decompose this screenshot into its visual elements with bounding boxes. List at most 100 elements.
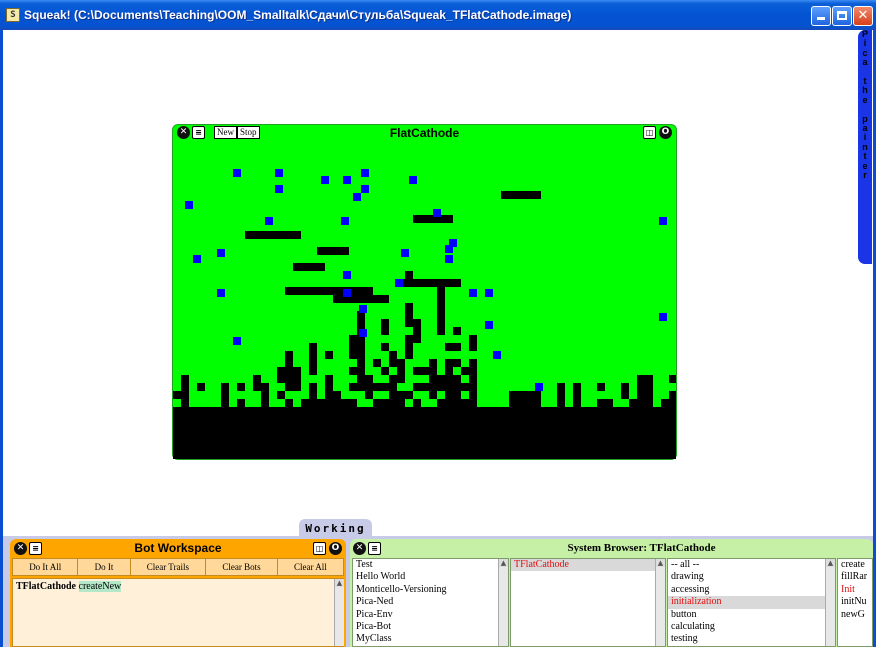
trail-cell xyxy=(373,415,381,423)
trail-cell xyxy=(405,303,413,311)
trail-cell xyxy=(661,399,669,407)
trail-cell xyxy=(309,415,317,423)
scroll-up-icon[interactable]: ▲ xyxy=(335,579,344,587)
class-item[interactable]: TFlatCathode xyxy=(511,559,665,572)
protocol-list[interactable]: -- all -- drawing accessing initialization b… xyxy=(667,558,836,647)
maximize-button[interactable] xyxy=(832,6,852,26)
trail-cell xyxy=(517,415,525,423)
trail-cell xyxy=(213,407,221,415)
category-item[interactable]: Test xyxy=(353,559,508,571)
bot-workspace-title-bar[interactable]: ✕ ≡ Bot Workspace ◫ O xyxy=(10,539,346,557)
method-item[interactable]: newG xyxy=(838,609,872,621)
title-bar[interactable]: S Squeak! (C:\Documents\Teaching\OOM_Sma… xyxy=(0,0,876,30)
protocol-item[interactable]: calculating xyxy=(668,621,835,633)
trail-cell xyxy=(573,383,581,391)
trail-cell xyxy=(653,415,661,423)
workspace-scrollbar[interactable]: ▲ xyxy=(334,579,344,646)
method-item[interactable]: fillRar xyxy=(838,571,872,583)
close-icon[interactable]: ✕ xyxy=(353,542,366,555)
category-item[interactable]: MyClass xyxy=(353,633,508,645)
trail-cell xyxy=(613,423,621,431)
protocol-item[interactable]: testing xyxy=(668,633,835,645)
flap-tab-painter[interactable]: Pica the painter xyxy=(858,29,872,264)
bot-workspace-window[interactable]: ✕ ≡ Bot Workspace ◫ O Do It All Do It Cl… xyxy=(10,539,346,647)
trail-cell xyxy=(437,375,445,383)
protocol-item[interactable]: drawing xyxy=(668,571,835,583)
trail-cell xyxy=(605,423,613,431)
class-scrollbar[interactable]: ▲ xyxy=(655,559,665,646)
collapse-icon[interactable]: ◫ xyxy=(313,542,326,555)
trail-cell xyxy=(453,423,461,431)
trail-cell xyxy=(333,247,341,255)
workspace-code-editor[interactable]: TFlatCathode createNew ▲ xyxy=(12,578,344,647)
protocol-item[interactable]: button xyxy=(668,609,835,621)
minimize-button[interactable] xyxy=(811,6,831,26)
trail-cell xyxy=(429,359,437,367)
do-it-all-button[interactable]: Do It All xyxy=(13,559,79,575)
method-list[interactable]: create fillRar Init initNu newG xyxy=(837,558,873,647)
trail-cell xyxy=(421,415,429,423)
category-item[interactable]: Pica-Ned xyxy=(353,596,508,608)
trail-cell xyxy=(453,383,461,391)
trail-cell xyxy=(309,343,317,351)
protocol-item[interactable]: initialization xyxy=(668,596,835,609)
system-browser-window[interactable]: ✕ ≡ System Browser: TFlatCathode Test Hel… xyxy=(350,539,873,647)
category-list[interactable]: Test Hello World Monticello-Versioning Pica… xyxy=(352,558,509,647)
trail-cell xyxy=(341,407,349,415)
bot xyxy=(485,321,493,329)
trail-cell xyxy=(365,407,373,415)
trail-cell xyxy=(309,399,317,407)
flat-cathode-window[interactable]: ✕ ≡ New Stop FlatCathode ◫ O xyxy=(172,124,677,460)
trail-cell xyxy=(581,407,589,415)
trail-cell xyxy=(285,383,293,391)
trail-cell xyxy=(509,407,517,415)
method-item[interactable]: initNu xyxy=(838,596,872,608)
menu-icon[interactable]: ≡ xyxy=(368,542,381,555)
trail-cell xyxy=(661,423,669,431)
category-item[interactable]: Pica-Bot xyxy=(353,621,508,633)
category-scrollbar[interactable]: ▲ xyxy=(498,559,508,646)
category-item[interactable]: Pica-Env xyxy=(353,609,508,621)
expand-icon[interactable]: O xyxy=(329,542,342,555)
do-it-button[interactable]: Do It xyxy=(78,559,131,575)
protocol-item[interactable]: -- all -- xyxy=(668,559,835,571)
scroll-up-icon[interactable]: ▲ xyxy=(656,559,665,567)
trail-cell xyxy=(221,407,229,415)
flat-cathode-title-bar[interactable]: ✕ ≡ New Stop FlatCathode ◫ O xyxy=(173,125,676,141)
trail-cell xyxy=(669,407,676,415)
trail-cell xyxy=(341,415,349,423)
trail-cell xyxy=(357,367,365,375)
protocol-item[interactable]: accessing xyxy=(668,584,835,596)
protocol-scrollbar[interactable]: ▲ xyxy=(825,559,835,646)
method-item[interactable]: Init xyxy=(838,584,872,596)
trail-cell xyxy=(493,423,501,431)
class-list[interactable]: TFlatCathode ▲ xyxy=(510,558,666,647)
scroll-up-icon[interactable]: ▲ xyxy=(826,559,835,567)
method-item[interactable]: create xyxy=(838,559,872,571)
clear-trails-button[interactable]: Clear Trails xyxy=(131,559,207,575)
trail-cell xyxy=(429,391,437,399)
trail-cell xyxy=(453,407,461,415)
flap-tab-painter-label: Pica the painter xyxy=(858,29,872,181)
category-item[interactable]: Monticello-Versioning xyxy=(353,584,508,596)
close-button[interactable]: ✕ xyxy=(853,6,873,26)
scroll-up-icon[interactable]: ▲ xyxy=(499,559,508,567)
trail-cell xyxy=(389,359,397,367)
clear-bots-button[interactable]: Clear Bots xyxy=(206,559,278,575)
trail-cell xyxy=(389,407,397,415)
category-item[interactable]: Hello World xyxy=(353,571,508,583)
trail-cell xyxy=(589,423,597,431)
collapse-icon[interactable]: ◫ xyxy=(643,126,656,139)
trail-cell xyxy=(413,383,421,391)
cathode-canvas[interactable] xyxy=(173,141,676,459)
trail-cell xyxy=(413,335,421,343)
trail-cell xyxy=(429,279,437,287)
clear-all-button[interactable]: Clear All xyxy=(278,559,343,575)
expand-icon[interactable]: O xyxy=(659,126,672,139)
system-browser-title-bar[interactable]: ✕ ≡ System Browser: TFlatCathode xyxy=(350,539,873,557)
bot xyxy=(275,169,283,177)
flap-tab-working[interactable]: Working xyxy=(299,519,372,538)
trail-cell xyxy=(557,407,565,415)
trail-cell xyxy=(501,407,509,415)
trail-cell xyxy=(661,415,669,423)
